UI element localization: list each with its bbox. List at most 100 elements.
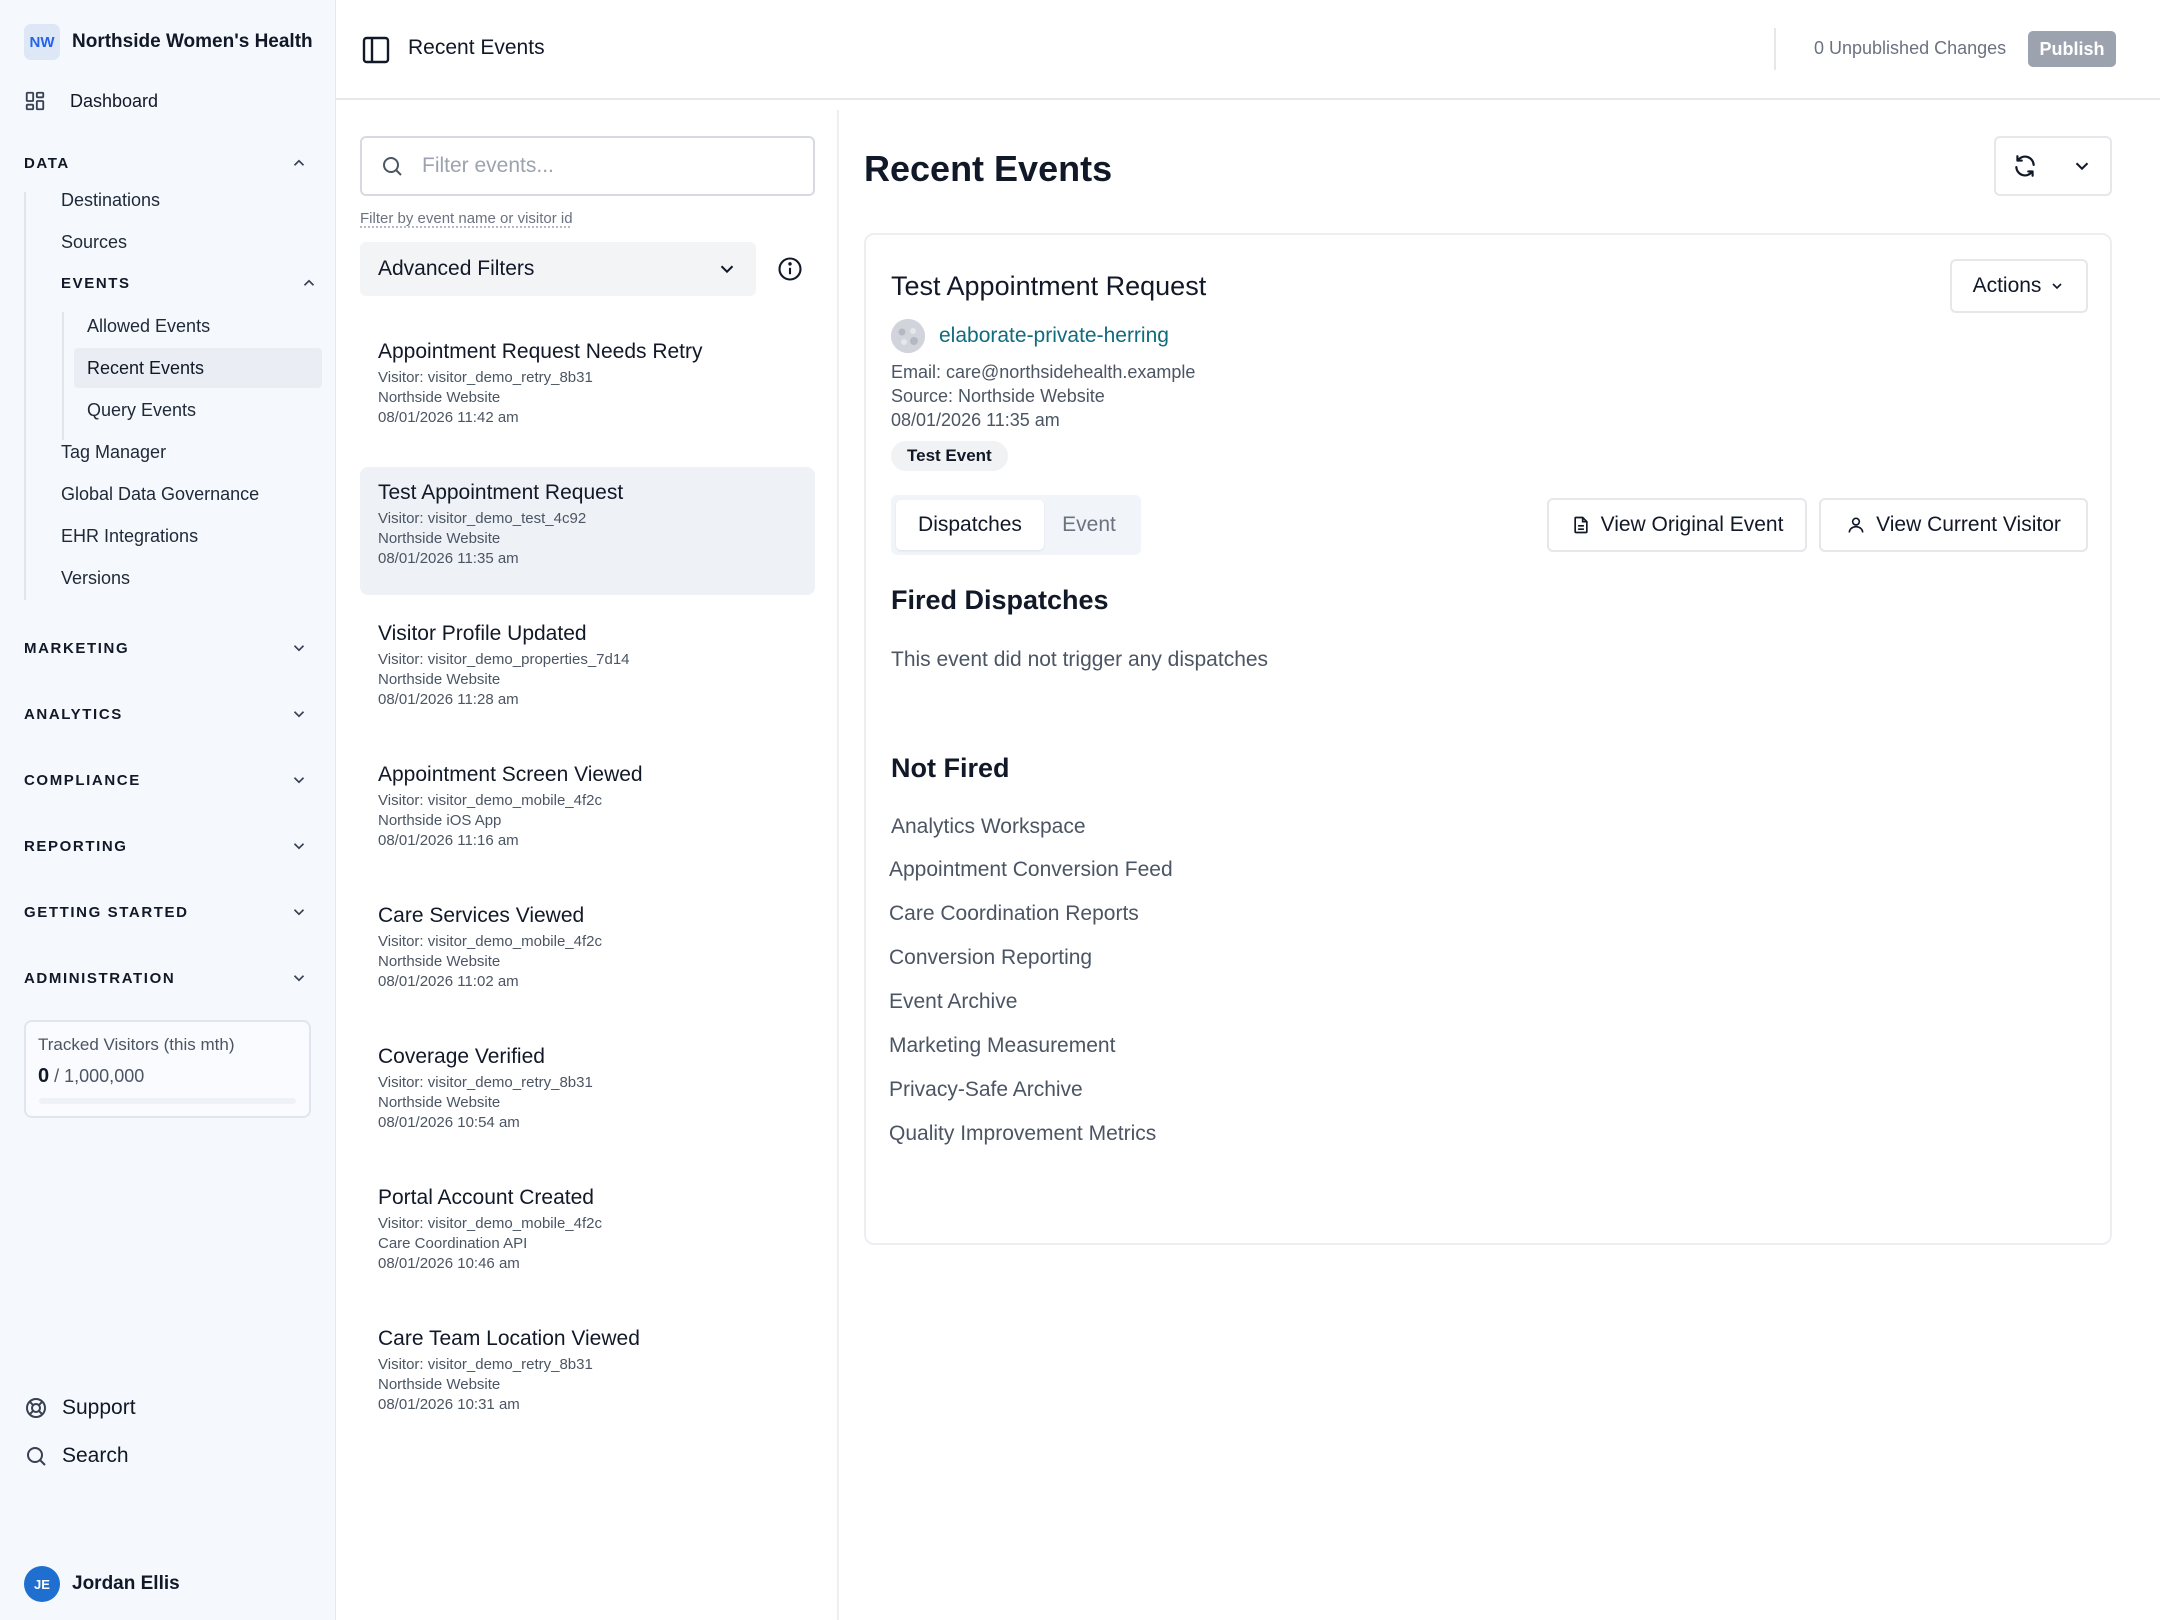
not-fired-item: Care Coordination Reports [889, 902, 1139, 925]
chevron-down-icon [290, 639, 312, 657]
sidebar-item-query-events[interactable]: Query Events [74, 390, 322, 430]
chevron-down-icon [2071, 155, 2093, 177]
not-fired-heading: Not Fired [891, 753, 1010, 783]
visitor-row: elaborate-private-herring [891, 319, 1169, 353]
event-list-item[interactable]: Visitor Profile Updated Visitor: visitor… [360, 608, 815, 736]
not-fired-item: Quality Improvement Metrics [889, 1122, 1157, 1145]
unpublished-changes: 0 Unpublished Changes [1814, 38, 2007, 58]
sidebar-section-compliance[interactable]: COMPLIANCE [24, 768, 312, 792]
event-list-item-selected[interactable]: Test Appointment Request Visitor: visito… [360, 467, 815, 595]
refresh-button-group [1994, 136, 2112, 196]
filter-hint: Filter by event name or visitor id [360, 210, 573, 227]
event-timestamp: 08/01/2026 11:35 am [891, 410, 1060, 430]
sidebar-item-tag-manager[interactable]: Tag Manager [61, 442, 166, 463]
event-time: 08/01/2026 11:28 am [378, 691, 519, 708]
event-time: 08/01/2026 10:46 am [378, 1255, 520, 1272]
publish-button[interactable]: Publish [2028, 31, 2116, 67]
not-fired-item: Privacy-Safe Archive [889, 1078, 1083, 1101]
sidebar-section-reporting[interactable]: REPORTING [24, 834, 312, 858]
sidebar-toggle-icon[interactable] [360, 34, 392, 66]
events-tree-line [62, 312, 64, 440]
sidebar-item-label: Dashboard [70, 90, 159, 111]
page-title: Recent Events [408, 36, 545, 59]
not-fired-item: Appointment Conversion Feed [889, 858, 1173, 881]
org-name: Northside Women's Health [72, 31, 313, 52]
sidebar-section-getting-started[interactable]: GETTING STARTED [24, 900, 312, 924]
refresh-button[interactable] [1996, 138, 2053, 194]
sidebar-item-dashboard[interactable]: Dashboard [24, 90, 158, 112]
event-list-item[interactable]: Coverage Verified Visitor: visitor_demo_… [360, 1031, 815, 1159]
view-current-visitor-button[interactable]: View Current Visitor [1819, 498, 2088, 552]
event-filter-input[interactable] [422, 154, 802, 178]
sidebar-section-marketing[interactable]: MARKETING [24, 636, 312, 660]
section-label: ANALYTICS [24, 705, 123, 723]
event-list-item[interactable]: Appointment Screen Viewed Visitor: visit… [360, 749, 815, 877]
sidebar-section-data[interactable]: DATA [24, 151, 312, 175]
refresh-options-dropdown[interactable] [2053, 138, 2110, 194]
event-list-item[interactable]: Appointment Request Needs Retry Visitor:… [360, 326, 815, 454]
user-menu[interactable]: JE Jordan Ellis [24, 1566, 180, 1602]
document-icon [1571, 515, 1591, 535]
not-fired-item: Event Archive [889, 990, 1018, 1013]
section-label: DATA [24, 154, 70, 172]
sidebar-section-administration[interactable]: ADMINISTRATION [24, 966, 312, 990]
event-time: 08/01/2026 10:31 am [378, 1396, 520, 1413]
event-time: 08/01/2026 11:42 am [378, 409, 519, 426]
tab-dispatches[interactable]: Dispatches [896, 500, 1044, 550]
sidebar-item-allowed-events[interactable]: Allowed Events [74, 306, 322, 346]
event-visitor: Visitor: visitor_demo_properties_7d14 [378, 651, 630, 668]
tracked-visitors-label: Tracked Visitors (this mth) [38, 1035, 235, 1054]
tracked-visitors-value: 0 / 1,000,000 [38, 1065, 297, 1088]
event-visitor: Visitor: visitor_demo_retry_8b31 [378, 1074, 593, 1091]
event-visitor: Visitor: visitor_demo_retry_8b31 [378, 1356, 593, 1373]
event-time: 08/01/2026 11:35 am [378, 550, 519, 567]
event-list-item[interactable]: Care Team Location Viewed Visitor: visit… [360, 1313, 815, 1441]
event-source: Northside iOS App [378, 812, 502, 829]
not-fired-item: Conversion Reporting [889, 946, 1093, 969]
event-list-panel: Filter by event name or visitor id Advan… [336, 110, 839, 1620]
sidebar-section-events[interactable]: EVENTS [61, 274, 322, 292]
info-icon[interactable] [776, 255, 804, 283]
event-source: Source: Northside Website [891, 386, 1105, 406]
view-original-event-label: View Original Event [1600, 513, 1784, 536]
event-list-item[interactable]: Portal Account Created Visitor: visitor_… [360, 1172, 815, 1300]
search-icon [380, 154, 404, 178]
event-source: Northside Website [378, 953, 501, 970]
sidebar-item-sources[interactable]: Sources [61, 232, 127, 253]
event-time: 08/01/2026 10:54 am [378, 1114, 520, 1131]
search-label: Search [62, 1444, 129, 1467]
avatar: JE [24, 1566, 60, 1602]
sidebar-item-global-data-governance[interactable]: Global Data Governance [61, 484, 259, 505]
user-icon [1846, 515, 1866, 535]
actions-button[interactable]: Actions [1950, 259, 2088, 313]
support-link[interactable]: Support [24, 1396, 136, 1420]
visitor-link[interactable]: elaborate-private-herring [939, 324, 1169, 348]
view-original-event-button[interactable]: View Original Event [1547, 498, 1807, 552]
event-name: Appointment Screen Viewed [378, 763, 643, 786]
tab-event[interactable]: Event [1044, 500, 1134, 550]
chevron-down-icon [290, 837, 312, 855]
section-label: MARKETING [24, 639, 130, 657]
search-link[interactable]: Search [24, 1444, 129, 1468]
event-name: Test Appointment Request [378, 481, 624, 504]
tracked-visitors-limit: / 1,000,000 [54, 1066, 145, 1086]
section-label: ADMINISTRATION [24, 969, 176, 987]
search-icon [24, 1444, 48, 1468]
chevron-down-icon [290, 705, 312, 723]
not-fired-item: Marketing Measurement [889, 1034, 1116, 1057]
sidebar-item-ehr-integrations[interactable]: EHR Integrations [61, 526, 198, 547]
sidebar-item-destinations[interactable]: Destinations [61, 190, 160, 211]
event-source: Northside Website [378, 1376, 501, 1393]
visitor-avatar [891, 319, 925, 353]
event-visitor: Visitor: visitor_demo_mobile_4f2c [378, 933, 602, 950]
advanced-filters-dropdown[interactable]: Advanced Filters [360, 242, 756, 296]
event-filter-box[interactable] [360, 136, 815, 196]
event-list-item[interactable]: Care Services Viewed Visitor: visitor_de… [360, 890, 815, 1018]
fired-dispatches-heading: Fired Dispatches [891, 585, 1109, 615]
org-switcher[interactable]: NW Northside Women's Health [24, 24, 313, 60]
org-badge: NW [24, 24, 60, 60]
sidebar-item-recent-events[interactable]: Recent Events [74, 348, 322, 388]
fired-dispatches-empty: This event did not trigger any dispatche… [891, 648, 1269, 671]
sidebar-section-analytics[interactable]: ANALYTICS [24, 702, 312, 726]
sidebar-item-versions[interactable]: Versions [61, 568, 130, 589]
